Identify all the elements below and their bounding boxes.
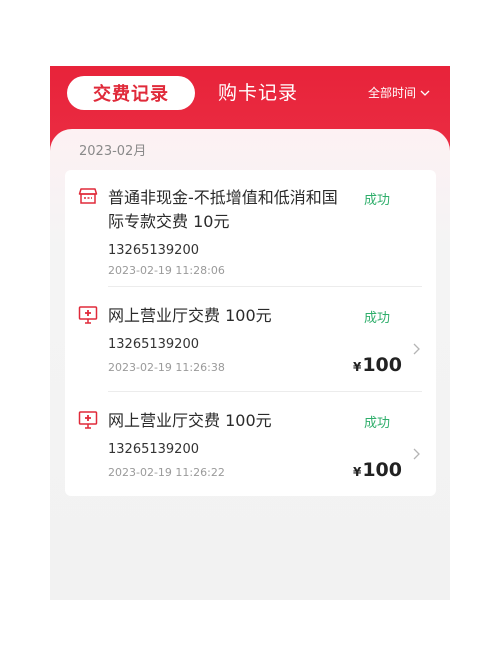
chevron-right-icon xyxy=(413,343,420,355)
chevron-down-icon xyxy=(420,90,430,96)
month-header: 2023-02月 xyxy=(79,144,147,159)
currency-symbol: ¥ xyxy=(352,360,362,374)
monitor-cross-icon xyxy=(78,411,98,429)
status-badge: 成功 xyxy=(363,193,390,208)
chevron-right-icon xyxy=(413,448,420,460)
phone-number: 13265139200 xyxy=(108,337,199,352)
phone-number: 13265139200 xyxy=(108,243,199,258)
records-card: 普通非现金-不抵增值和低消和国际专款交费 10元 成功 13265139200 … xyxy=(65,170,436,496)
monitor-cross-icon xyxy=(78,306,98,324)
record-item[interactable]: 网上营业厅交费 100元 成功 13265139200 2023-02-19 1… xyxy=(65,392,436,496)
record-title: 网上营业厅交费 100元 xyxy=(108,306,272,325)
record-item[interactable]: 网上营业厅交费 100元 成功 13265139200 2023-02-19 1… xyxy=(65,287,436,391)
tab-payment-records-label: 交费记录 xyxy=(93,84,169,105)
record-item: 普通非现金-不抵增值和低消和国际专款交费 10元 成功 13265139200 … xyxy=(65,170,436,286)
timestamp: 2023-02-19 11:26:38 xyxy=(108,361,225,374)
status-badge: 成功 xyxy=(363,311,390,326)
amount: ¥100 xyxy=(353,354,402,376)
amount: ¥100 xyxy=(353,459,402,481)
timestamp: 2023-02-19 11:28:06 xyxy=(108,264,225,277)
currency-symbol: ¥ xyxy=(352,465,362,479)
status-badge: 成功 xyxy=(363,416,390,431)
time-filter-label: 全部时间 xyxy=(367,86,416,100)
amount-value: 100 xyxy=(362,459,402,481)
tab-payment-records[interactable]: 交费记录 xyxy=(67,76,195,110)
record-title: 网上营业厅交费 100元 xyxy=(108,411,272,430)
phone-number: 13265139200 xyxy=(108,442,199,457)
timestamp: 2023-02-19 11:26:22 xyxy=(108,466,225,479)
tab-card-purchase-records[interactable]: 购卡记录 xyxy=(218,76,298,110)
time-filter-dropdown[interactable]: 全部时间 xyxy=(368,76,430,110)
record-title: 普通非现金-不抵增值和低消和国际专款交费 10元 xyxy=(108,188,338,231)
amount-value: 100 xyxy=(362,354,402,376)
app-screen: 交费记录 购卡记录 全部时间 2023-02月 普通非现金-不抵增值和低消和国际… xyxy=(50,66,450,600)
tab-card-purchase-records-label: 购卡记录 xyxy=(218,82,299,104)
shop-icon xyxy=(78,188,98,204)
